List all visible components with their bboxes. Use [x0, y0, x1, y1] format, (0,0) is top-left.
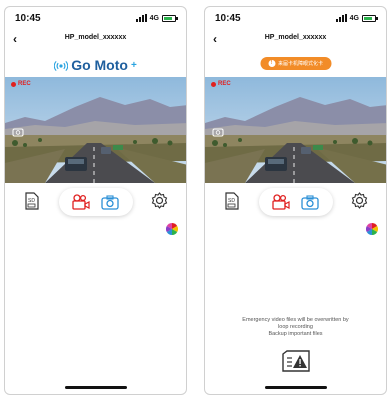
banner-text: 来届卡机障眼式化卡	[277, 61, 324, 67]
brand-logo: Go Moto +	[5, 57, 186, 77]
photo-camera-icon[interactable]	[101, 194, 119, 210]
status-bar: 10:45 4G	[205, 13, 386, 27]
status-bar: 10:45 4G	[5, 13, 186, 27]
phone-screen-left: 10:45 4G ‹ HP_model_xxxxxx Go Moto + REC…	[4, 6, 187, 395]
emergency-notice: Emergency video files will be overwritte…	[205, 317, 386, 338]
nav-bar: ‹ HP_model_xxxxxx	[205, 32, 386, 48]
page-title: HP_model_xxxxxx	[264, 34, 327, 41]
photo-camera-icon[interactable]	[301, 194, 319, 210]
battery-icon	[362, 14, 378, 22]
svg-text:SD: SD	[28, 198, 35, 204]
live-video-feed[interactable]: REC	[205, 77, 386, 183]
camera-toolbar: SD	[205, 188, 386, 218]
rec-dot-icon	[211, 81, 216, 87]
video-camera-icon[interactable]	[72, 194, 90, 210]
capture-mode-switch	[58, 188, 133, 216]
wifi-signal-icon	[54, 61, 69, 71]
road-scene-image	[205, 77, 386, 183]
phone-screen-right: 10:45 4G ‹ HP_model_xxxxxx ! 来届卡机障眼式化卡 R…	[204, 6, 387, 395]
svg-text:SD: SD	[228, 198, 235, 204]
road-scene-image	[5, 77, 186, 183]
status-time: 10:45	[215, 13, 241, 24]
page-title: HP_model_xxxxxx	[64, 34, 127, 41]
rec-label: REC	[218, 81, 231, 87]
signal-icon	[335, 14, 347, 22]
rec-indicator: REC	[11, 81, 31, 87]
capture-mode-switch	[258, 188, 333, 216]
home-indicator[interactable]	[264, 386, 327, 389]
colorwheel-icon[interactable]	[366, 223, 378, 235]
live-video-feed[interactable]: REC	[5, 77, 186, 183]
sd-card-icon[interactable]: SD	[25, 192, 39, 210]
sd-card-icon[interactable]: SD	[225, 192, 239, 210]
battery-icon	[162, 14, 178, 22]
sd-card-warning-banner[interactable]: ! 来届卡机障眼式化卡	[259, 57, 332, 70]
status-indicators: 4G	[335, 14, 378, 22]
home-indicator[interactable]	[64, 386, 127, 389]
camera-toolbar: SD	[5, 188, 186, 218]
rec-label: REC	[18, 81, 31, 87]
network-label: 4G	[349, 14, 359, 22]
rec-indicator: REC	[211, 81, 231, 87]
logo-text: Go Moto	[71, 57, 128, 73]
nav-bar: ‹ HP_model_xxxxxx	[5, 32, 186, 48]
emergency-file-icon[interactable]	[281, 350, 311, 372]
gear-icon[interactable]	[151, 192, 168, 209]
status-time: 10:45	[15, 13, 41, 24]
rec-dot-icon	[11, 81, 16, 87]
gear-icon[interactable]	[351, 192, 368, 209]
emergency-line-3: Backup important files	[268, 331, 323, 337]
video-camera-icon[interactable]	[272, 194, 290, 210]
warning-icon: !	[267, 60, 275, 67]
signal-icon	[135, 14, 147, 22]
status-indicators: 4G	[135, 14, 178, 22]
logo-plus: +	[130, 59, 137, 71]
emergency-line-1: Emergency video files will be overwritte…	[242, 317, 349, 323]
colorwheel-icon[interactable]	[166, 223, 178, 235]
network-label: 4G	[149, 14, 159, 22]
emergency-line-2: loop recording	[278, 324, 313, 330]
